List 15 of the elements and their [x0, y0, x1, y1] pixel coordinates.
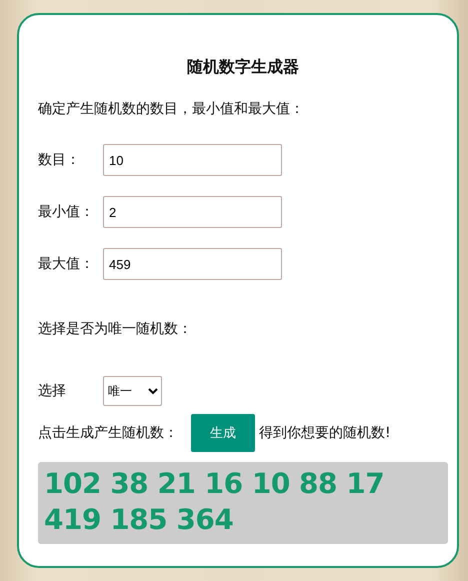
- generate-button[interactable]: 生成: [191, 414, 255, 452]
- generate-hint: 得到你想要的随机数!: [259, 424, 391, 442]
- field-label: 最大值：: [38, 255, 95, 274]
- select-label: 选择: [38, 382, 67, 401]
- generate-prompt: 点击生成产生随机数：: [38, 424, 178, 442]
- field-label: 数目：: [38, 151, 81, 170]
- page-title: 随机数字生成器: [186, 56, 300, 78]
- input-field[interactable]: 2: [103, 196, 282, 228]
- unique-prompt: 选择是否为唯一随机数：: [38, 320, 193, 339]
- unique-select[interactable]: 唯一: [103, 376, 162, 406]
- result-numbers: 102 38 21 16 10 88 17 419 185 364: [38, 462, 448, 544]
- field-label: 最小值：: [38, 203, 95, 222]
- input-field[interactable]: 10: [103, 144, 282, 176]
- input-field[interactable]: 459: [103, 248, 282, 280]
- instruction-text: 确定产生随机数的数目，最小值和最大值：: [38, 100, 305, 119]
